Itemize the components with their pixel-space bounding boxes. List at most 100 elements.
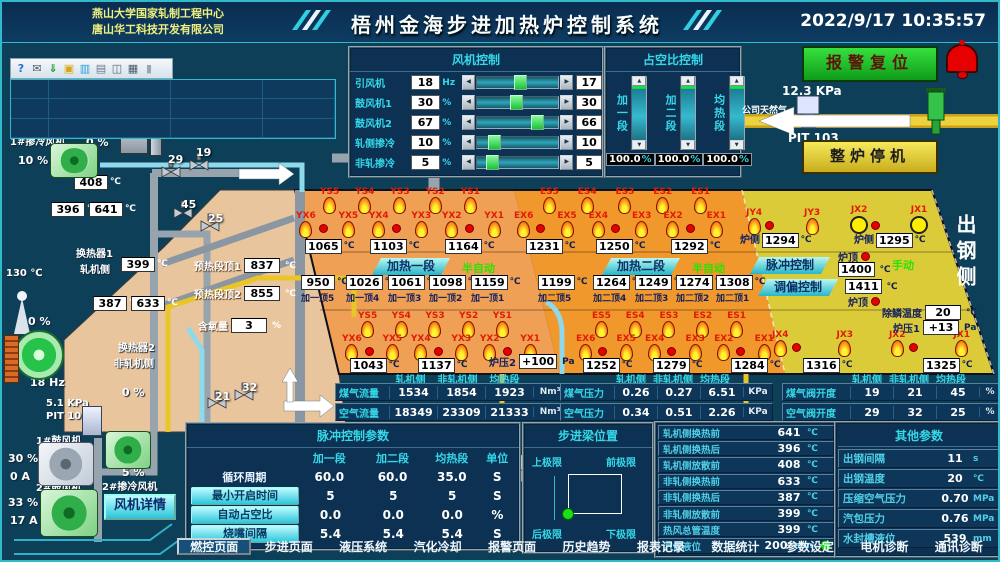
nav-tab[interactable]: 燃控页面 [177, 538, 251, 555]
slider-up-arrow[interactable]: ▲ [730, 76, 744, 86]
fan-setpoint-box[interactable]: 30 [576, 95, 602, 110]
fan-slider[interactable] [476, 96, 559, 109]
duty-value-box[interactable]: 100.0% [606, 153, 655, 166]
slider-thumb[interactable] [486, 155, 499, 170]
slider-right-arrow[interactable]: ▶ [560, 75, 573, 90]
zone2-button[interactable]: 加热二段 [602, 258, 680, 275]
nav-tab[interactable]: 报警页面 [475, 538, 549, 557]
alarm-list[interactable] [10, 79, 336, 139]
toolbar-icon[interactable]: ? [14, 62, 28, 76]
slider-right-arrow[interactable]: ▶ [560, 135, 573, 150]
fan-value-box[interactable]: 30 [411, 95, 441, 110]
param-label[interactable]: 自动占空比 [191, 506, 299, 524]
slider-up-arrow[interactable]: ▲ [632, 76, 646, 86]
duty-value-box[interactable]: 100.0% [655, 153, 704, 166]
alarm-reset-button[interactable]: 报警复位 [802, 46, 938, 82]
duty-slider[interactable]: ▲ ▼ [631, 76, 647, 150]
fan-value-box[interactable]: 10 [411, 135, 441, 150]
nav-tab[interactable]: 通讯诊断 [922, 538, 996, 557]
fan-slider[interactable] [476, 136, 559, 149]
nav-tab[interactable]: 液压系统 [326, 538, 400, 557]
nav-tab[interactable]: 报表记录 [624, 538, 698, 557]
slider-down-arrow[interactable]: ▼ [681, 140, 695, 150]
fan-setpoint-box[interactable]: 17 [576, 75, 602, 90]
walking-beam-panel: 步进梁位置 上极限 前极限 后极限 下极限 [522, 422, 654, 554]
diagram-label: 非轧机侧 [114, 355, 154, 370]
slider-right-arrow[interactable]: ▶ [560, 95, 573, 110]
nav-tab[interactable]: 电机诊断 [847, 538, 921, 557]
nav-tab[interactable]: 数据统计 [698, 538, 772, 557]
roof-temp-1: 1400℃ [838, 262, 891, 277]
slider-down-arrow[interactable]: ▼ [632, 140, 646, 150]
slider-thumb[interactable] [514, 75, 527, 90]
burner-label: YX4 [411, 334, 431, 344]
fan-detail-button[interactable]: 风机详情 [104, 494, 176, 520]
slider-left-arrow[interactable]: ◀ [462, 95, 475, 110]
toolbar-icon[interactable]: ◫ [110, 62, 124, 76]
furnace-pressure-1: 炉压1+13Pa [893, 320, 976, 335]
toolbar-icon[interactable]: ▦ [126, 62, 140, 76]
slider-right-arrow[interactable]: ▶ [560, 155, 573, 170]
blower-2-icon[interactable] [40, 489, 98, 537]
toolbar-icon[interactable]: ⇓ [46, 62, 60, 76]
induced-draft-fan-icon[interactable] [14, 330, 64, 380]
nav-tab[interactable]: 汽化冷却 [400, 538, 474, 557]
red-dot [365, 347, 374, 356]
slider-left-arrow[interactable]: ◀ [462, 75, 475, 90]
cooling-fan-1-icon[interactable] [50, 143, 98, 178]
slider-left-arrow[interactable]: ◀ [462, 115, 475, 130]
param-value[interactable]: 60.0 [298, 470, 361, 484]
param-value[interactable]: 35.0 [424, 470, 479, 484]
table-row: 煤气压力0.260.276.51KPa [560, 383, 773, 401]
fan-control-row: 鼓风机1 30 % ◀ ▶ 30 [350, 93, 602, 112]
param-value[interactable]: 60.0 [361, 470, 424, 484]
nav-tab[interactable]: 参数设定 [773, 538, 847, 557]
blower-1-icon[interactable] [38, 442, 94, 486]
pulse-control-button[interactable]: 脉冲控制 [750, 257, 830, 274]
fan-setpoint-box[interactable]: 5 [576, 155, 602, 170]
slider-down-arrow[interactable]: ▼ [730, 140, 744, 150]
fan-unit: % [442, 138, 462, 148]
param-value[interactable]: 5 [299, 489, 362, 503]
param-value[interactable]: 0.0 [299, 508, 362, 522]
param-value[interactable]: 5 [362, 489, 425, 503]
furnace-stop-button[interactable]: 整炉停机 [802, 140, 938, 174]
readout-row: 热风总管温度 399 ℃ [658, 522, 834, 537]
burner-label: YX5 [338, 211, 358, 221]
param-value[interactable]: 0.0 [425, 508, 480, 522]
fan-value-box[interactable]: 18 [411, 75, 441, 90]
param-value[interactable]: 5 [425, 489, 480, 503]
toolbar-icon[interactable]: ▮ [142, 62, 156, 76]
duty-value-box[interactable]: 100.0% [703, 153, 752, 166]
fan-value-box[interactable]: 67 [411, 115, 441, 130]
zone1-button[interactable]: 加热一段 [372, 258, 450, 275]
param-label[interactable]: 最小开启时间 [191, 487, 299, 505]
slider-thumb[interactable] [510, 95, 523, 110]
fan-slider[interactable] [476, 156, 559, 169]
slider-thumb[interactable] [531, 115, 544, 130]
fan-setpoint-box[interactable]: 10 [576, 135, 602, 150]
toolbar-icon[interactable]: ▥ [78, 62, 92, 76]
burner-label: EX2 [663, 211, 682, 221]
fan-value-box[interactable]: 5 [411, 155, 441, 170]
fan-setpoint-box[interactable]: 66 [576, 115, 602, 130]
cooling-fan-2-icon[interactable] [105, 431, 151, 469]
slider-left-arrow[interactable]: ◀ [462, 135, 475, 150]
nav-tab[interactable]: 步进页面 [251, 538, 325, 557]
toolbar-icon[interactable]: ✉ [30, 62, 44, 76]
nav-tab[interactable]: 历史趋势 [549, 538, 623, 557]
toolbar-icon[interactable]: ▤ [94, 62, 108, 76]
slider-left-arrow[interactable]: ◀ [462, 155, 475, 170]
readout-row: 汽包压力 0.76 MPa [838, 509, 1000, 528]
bias-control-button[interactable]: 调偏控制 [758, 279, 838, 296]
temp-tag: 加二顶1 [716, 291, 766, 304]
slider-thumb[interactable] [488, 135, 501, 150]
fan-slider[interactable] [476, 76, 559, 89]
slider-right-arrow[interactable]: ▶ [560, 115, 573, 130]
param-value[interactable]: 0.0 [362, 508, 425, 522]
fan-slider[interactable] [476, 116, 559, 129]
toolbar-icon[interactable]: ▣ [62, 62, 76, 76]
duty-slider[interactable]: ▲ ▼ [680, 76, 696, 150]
slider-up-arrow[interactable]: ▲ [681, 76, 695, 86]
param-label[interactable]: 循环周期 [191, 469, 298, 485]
